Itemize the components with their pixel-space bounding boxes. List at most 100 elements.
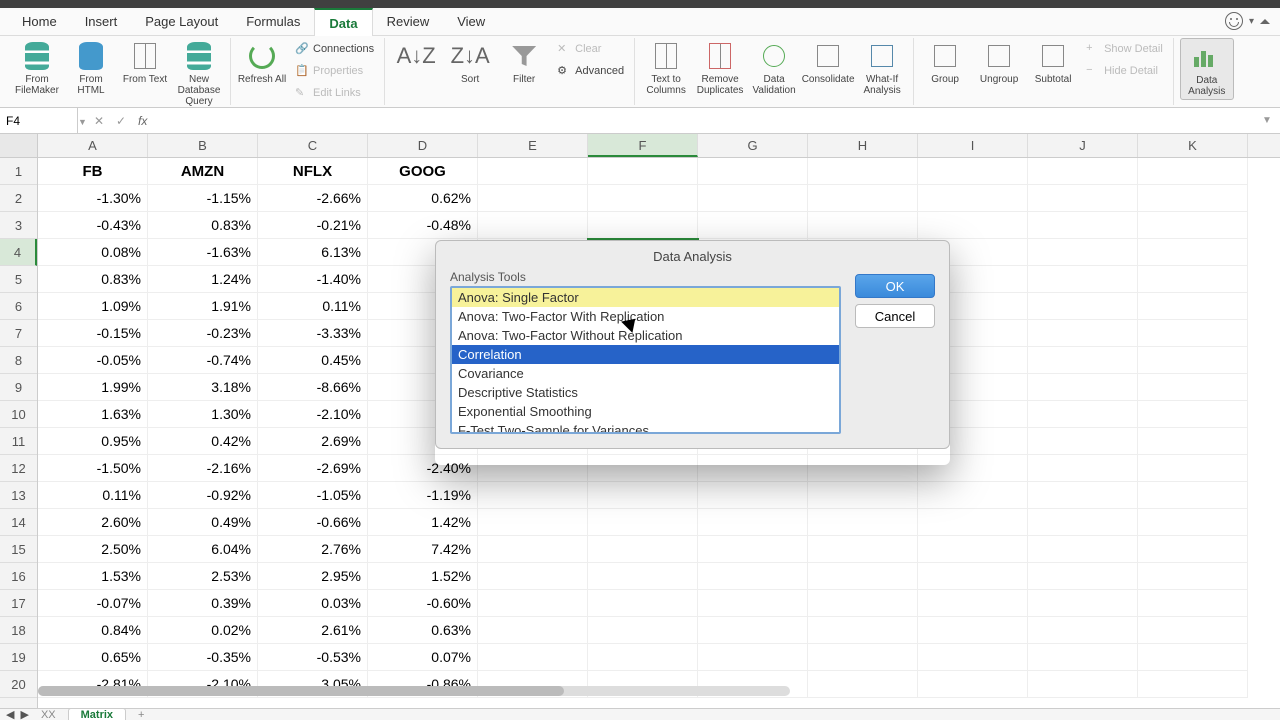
cell-H13[interactable] — [808, 482, 918, 509]
row-header-8[interactable]: 8 — [0, 347, 37, 374]
cell-H16[interactable] — [808, 563, 918, 590]
cell-E15[interactable] — [478, 536, 588, 563]
cell-J10[interactable] — [1028, 401, 1138, 428]
from-text-button[interactable]: From Text — [120, 38, 170, 85]
cell-I15[interactable] — [918, 536, 1028, 563]
cell-K18[interactable] — [1138, 617, 1248, 644]
sheet-tab-xx[interactable]: XX — [29, 709, 68, 720]
cell-A6[interactable]: 1.09% — [38, 293, 148, 320]
cell-J6[interactable] — [1028, 293, 1138, 320]
cell-F19[interactable] — [588, 644, 698, 671]
cell-A2[interactable]: -1.30% — [38, 185, 148, 212]
cell-K13[interactable] — [1138, 482, 1248, 509]
cell-A13[interactable]: 0.11% — [38, 482, 148, 509]
cell-K6[interactable] — [1138, 293, 1248, 320]
row-header-14[interactable]: 14 — [0, 509, 37, 536]
cell-G2[interactable] — [698, 185, 808, 212]
cell-E1[interactable] — [478, 158, 588, 185]
from-html-button[interactable]: From HTML — [66, 38, 116, 96]
cell-F16[interactable] — [588, 563, 698, 590]
cell-K19[interactable] — [1138, 644, 1248, 671]
cell-G3[interactable] — [698, 212, 808, 239]
column-header-H[interactable]: H — [808, 134, 918, 157]
cell-B6[interactable]: 1.91% — [148, 293, 258, 320]
cell-H1[interactable] — [808, 158, 918, 185]
cell-A4[interactable]: 0.08% — [38, 239, 148, 266]
cell-H17[interactable] — [808, 590, 918, 617]
cell-J1[interactable] — [1028, 158, 1138, 185]
cell-B18[interactable]: 0.02% — [148, 617, 258, 644]
analysis-tools-list[interactable]: Anova: Single Factor Anova: Two-Factor Wi… — [450, 286, 841, 434]
cell-E2[interactable] — [478, 185, 588, 212]
row-header-9[interactable]: 9 — [0, 374, 37, 401]
cell-C13[interactable]: -1.05% — [258, 482, 368, 509]
cell-K5[interactable] — [1138, 266, 1248, 293]
cell-J5[interactable] — [1028, 266, 1138, 293]
cell-D15[interactable]: 7.42% — [368, 536, 478, 563]
cell-B5[interactable]: 1.24% — [148, 266, 258, 293]
tool-item-covariance[interactable]: Covariance — [452, 364, 839, 383]
cell-I3[interactable] — [918, 212, 1028, 239]
cell-K17[interactable] — [1138, 590, 1248, 617]
cell-I19[interactable] — [918, 644, 1028, 671]
cell-A14[interactable]: 2.60% — [38, 509, 148, 536]
column-header-G[interactable]: G — [698, 134, 808, 157]
cell-K20[interactable] — [1138, 671, 1248, 698]
cell-J15[interactable] — [1028, 536, 1138, 563]
what-if-button[interactable]: What-If Analysis — [857, 38, 907, 96]
row-header-3[interactable]: 3 — [0, 212, 37, 239]
data-validation-button[interactable]: Data Validation — [749, 38, 799, 96]
feedback-icon[interactable] — [1225, 12, 1243, 30]
cell-B2[interactable]: -1.15% — [148, 185, 258, 212]
tool-item-anova-two-factor-without-replication[interactable]: Anova: Two-Factor Without Replication — [452, 326, 839, 345]
cell-F1[interactable] — [588, 158, 698, 185]
cell-F13[interactable] — [588, 482, 698, 509]
cell-C11[interactable]: 2.69% — [258, 428, 368, 455]
column-header-J[interactable]: J — [1028, 134, 1138, 157]
cell-F17[interactable] — [588, 590, 698, 617]
sheet-nav-prev-icon[interactable]: ◀ — [6, 708, 14, 720]
cell-B14[interactable]: 0.49% — [148, 509, 258, 536]
cell-A8[interactable]: -0.05% — [38, 347, 148, 374]
accept-formula-icon[interactable]: ✓ — [110, 108, 132, 133]
row-header-16[interactable]: 16 — [0, 563, 37, 590]
cell-D19[interactable]: 0.07% — [368, 644, 478, 671]
ungroup-button[interactable]: Ungroup — [974, 38, 1024, 85]
cell-G16[interactable] — [698, 563, 808, 590]
remove-duplicates-button[interactable]: Remove Duplicates — [695, 38, 745, 96]
cell-J4[interactable] — [1028, 239, 1138, 266]
cell-C18[interactable]: 2.61% — [258, 617, 368, 644]
tab-home[interactable]: Home — [8, 8, 71, 36]
cell-I1[interactable] — [918, 158, 1028, 185]
column-header-D[interactable]: D — [368, 134, 478, 157]
cell-F14[interactable] — [588, 509, 698, 536]
cell-K10[interactable] — [1138, 401, 1248, 428]
cell-B3[interactable]: 0.83% — [148, 212, 258, 239]
cell-D17[interactable]: -0.60% — [368, 590, 478, 617]
row-header-13[interactable]: 13 — [0, 482, 37, 509]
cell-C3[interactable]: -0.21% — [258, 212, 368, 239]
cell-E18[interactable] — [478, 617, 588, 644]
cell-K3[interactable] — [1138, 212, 1248, 239]
cell-J13[interactable] — [1028, 482, 1138, 509]
cell-A11[interactable]: 0.95% — [38, 428, 148, 455]
cell-D1[interactable]: GOOG — [368, 158, 478, 185]
column-header-F[interactable]: F — [588, 134, 698, 157]
column-header-A[interactable]: A — [38, 134, 148, 157]
expand-formula-bar-icon[interactable]: ▼ — [1262, 115, 1280, 126]
collapse-ribbon-icon[interactable] — [1260, 19, 1270, 24]
cell-H14[interactable] — [808, 509, 918, 536]
cell-B13[interactable]: -0.92% — [148, 482, 258, 509]
cell-B9[interactable]: 3.18% — [148, 374, 258, 401]
sheet-tab-matrix[interactable]: Matrix — [68, 708, 126, 720]
row-header-17[interactable]: 17 — [0, 590, 37, 617]
tab-view[interactable]: View — [443, 8, 499, 36]
cell-G13[interactable] — [698, 482, 808, 509]
cell-H2[interactable] — [808, 185, 918, 212]
cell-C14[interactable]: -0.66% — [258, 509, 368, 536]
from-filemaker-button[interactable]: From FileMaker — [12, 38, 62, 96]
cell-A1[interactable]: FB — [38, 158, 148, 185]
cell-C8[interactable]: 0.45% — [258, 347, 368, 374]
cell-A3[interactable]: -0.43% — [38, 212, 148, 239]
tool-item-anova-single-factor[interactable]: Anova: Single Factor — [452, 288, 839, 307]
